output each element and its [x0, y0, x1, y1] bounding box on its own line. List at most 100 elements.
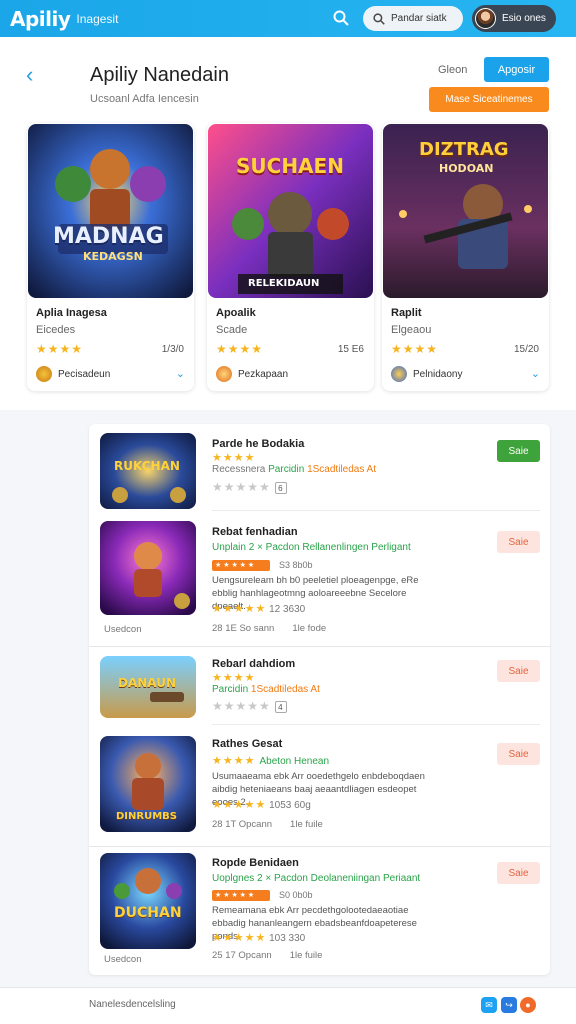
record-icon[interactable]: ● — [520, 997, 536, 1013]
top-bar: Apiliy Inagesit Pandar siatk Esio ones — [0, 0, 576, 37]
star-rating: ★★★★ — [391, 342, 439, 356]
divider — [212, 510, 540, 511]
rating-count: 15/20 — [513, 344, 539, 355]
featured-card[interactable]: SUCHAEN RELEKIDAUN Apoalik Scade ★★★★ 15… — [207, 123, 374, 391]
app-thumbnail: DANAUN — [100, 656, 196, 718]
app-name: Rebarl dahdiom — [212, 658, 296, 670]
rating-count: 1/3/0 — [161, 344, 184, 355]
install-button[interactable]: Saie — [497, 531, 540, 553]
developer-name: Pecisadeun — [58, 368, 111, 380]
star-rating: ★★★★★ — [212, 603, 267, 615]
star-rating: ★★★★ — [212, 672, 256, 684]
mini-badge: 4 — [274, 700, 287, 713]
developer[interactable]: Pezkapaan — [216, 366, 288, 382]
profile-name: Esio ones — [502, 13, 546, 24]
art-subtitle: RELEKIDAUN — [248, 278, 320, 289]
section-divider — [89, 646, 550, 647]
art-title: DIZTRAG — [419, 139, 509, 160]
chevron-down-icon[interactable]: ⌄ — [176, 367, 185, 380]
star-rating: ★★★★ — [212, 452, 256, 464]
meta-file: 1le fode — [292, 623, 327, 634]
tag-grey: Recessnera — [212, 464, 266, 475]
app-meta: 25 17 Opcann 1le fuile — [212, 950, 340, 961]
secondary-button[interactable]: Mase Siceatinemes — [429, 87, 549, 112]
app-name: Parde he Bodakia — [212, 438, 305, 450]
app-tag: Recessnera Parcidin 1Scadtiledas At — [212, 464, 376, 475]
star-rating: ★★★★★ — [212, 799, 267, 811]
install-button[interactable]: Saie — [497, 862, 540, 884]
app-thumbnail — [100, 521, 196, 615]
developer-name: Pezkapaan — [238, 368, 289, 380]
meta-file: 1le fuile — [290, 819, 323, 830]
user-rating[interactable]: ★★★★★ 4 — [212, 699, 287, 713]
app-name: Rebat fenhadian — [212, 526, 298, 538]
divider — [212, 724, 540, 725]
avatar — [475, 8, 496, 29]
list-item[interactable]: Rebat fenhadian Unplain 2 × Pacdon Rella… — [89, 519, 550, 649]
install-button[interactable]: Saie — [497, 660, 540, 682]
install-button[interactable]: Saie — [497, 440, 540, 462]
tag-green: Parcidin — [212, 684, 249, 695]
rating-count: 15 E6 — [337, 344, 364, 355]
search-input[interactable]: Pandar siatk — [363, 6, 463, 31]
app-thumbnail: DUCHAN — [100, 853, 196, 949]
meta-time: 28 1T Opcann — [212, 819, 273, 830]
app-tag: Unplain 2 × Pacdon Rellanenlingen Perlig… — [212, 542, 411, 553]
game-art: DIZTRAG HODOAN — [383, 124, 548, 298]
meta-time: 28 1E So sann — [212, 623, 275, 634]
app-logo[interactable]: Apiliy Inagesit — [10, 7, 118, 31]
featured-genre: Eicedes — [36, 324, 76, 336]
developer-icon — [216, 366, 232, 382]
app-meta: 28 1E So sann 1le fode — [212, 623, 344, 634]
developer-icon — [391, 366, 407, 382]
art-subtitle: HODOAN — [439, 162, 494, 175]
featured-name: Raplit — [391, 307, 422, 319]
primary-button[interactable]: Apgosir — [484, 57, 549, 82]
meta-file: 1le fuile — [289, 950, 323, 961]
art-subtitle: KEDAGSN — [83, 250, 143, 263]
game-art: MADNAG KEDAGSN — [28, 124, 193, 298]
developer-icon — [36, 366, 52, 382]
star-rating: ★★★★★ — [212, 932, 267, 944]
developer[interactable]: Pelnidaony — [391, 366, 462, 382]
list-item[interactable]: DANAUN Rebarl dahdiom ★★★★ Parcidin 1Sca… — [89, 649, 550, 729]
search-icon[interactable] — [333, 10, 349, 26]
rating-count: 103 330 — [269, 933, 306, 944]
logo-wordmark: Apiliy — [10, 6, 71, 31]
list-item[interactable]: DUCHAN Ropde Benidaen Uoplgnes 2 × Pacdo… — [89, 848, 550, 975]
badge-subtext: S3 8b0b — [279, 560, 313, 570]
app-name: Ropde Benidaen — [212, 857, 299, 869]
rating-count: 1053 60g — [269, 800, 311, 811]
app-thumbnail: DINRUMBS — [100, 736, 196, 832]
share-icon[interactable]: ↪ — [501, 997, 517, 1013]
developer[interactable]: Pecisadeun — [36, 366, 110, 382]
highlight-badge: ★ ★ ★ ★ ★ — [212, 890, 270, 901]
developer-name: Pelnidaony — [413, 368, 463, 380]
page-title: Apiliy Nanedain — [90, 64, 229, 86]
game-art: SUCHAEN RELEKIDAUN — [208, 124, 373, 298]
chevron-down-icon[interactable]: ⌄ — [531, 367, 540, 380]
footer: Nanelesdencelsling ✉ ↪ ● — [0, 987, 576, 1024]
side-label: Usedcon — [104, 624, 142, 635]
profile-menu[interactable]: Esio ones — [472, 5, 556, 32]
header-link[interactable]: Gleon — [438, 64, 467, 76]
badge-subtext: S0 0b0b — [279, 890, 313, 900]
twitter-icon[interactable]: ✉ — [481, 997, 497, 1013]
section-divider — [89, 846, 550, 847]
tag-green: Abeton Henean — [259, 756, 330, 767]
back-chevron-icon[interactable]: ‹ — [26, 62, 33, 88]
app-tag: Parcidin 1Scadtiledas At — [212, 684, 320, 695]
list-item[interactable]: DINRUMBS Rathes Gesat ★★★★ Abeton Henean… — [89, 729, 550, 844]
install-button[interactable]: Saie — [497, 743, 540, 765]
star-rating: ★★★★ — [36, 342, 84, 356]
thumb-title: RUKCHAN — [114, 459, 180, 473]
app-meta: 28 1T Opcann 1le fuile — [212, 819, 341, 830]
user-rating[interactable]: ★★★★★ 6 — [212, 480, 287, 494]
rating-row: ★★★★★ 1053 60g — [212, 798, 311, 811]
featured-card[interactable]: MADNAG KEDAGSN Aplia Inagesa Eicedes ★★★… — [27, 123, 194, 391]
featured-card[interactable]: DIZTRAG HODOAN Raplit Elgeaou ★★★★ 15/20… — [382, 123, 549, 391]
tag-green: Parcidin — [268, 464, 305, 475]
stars: ★★★★ — [212, 755, 256, 767]
featured-genre: Elgeaou — [391, 324, 432, 336]
list-item[interactable]: RUKCHAN Parde he Bodakia ★★★★ Recessnera… — [89, 424, 550, 519]
